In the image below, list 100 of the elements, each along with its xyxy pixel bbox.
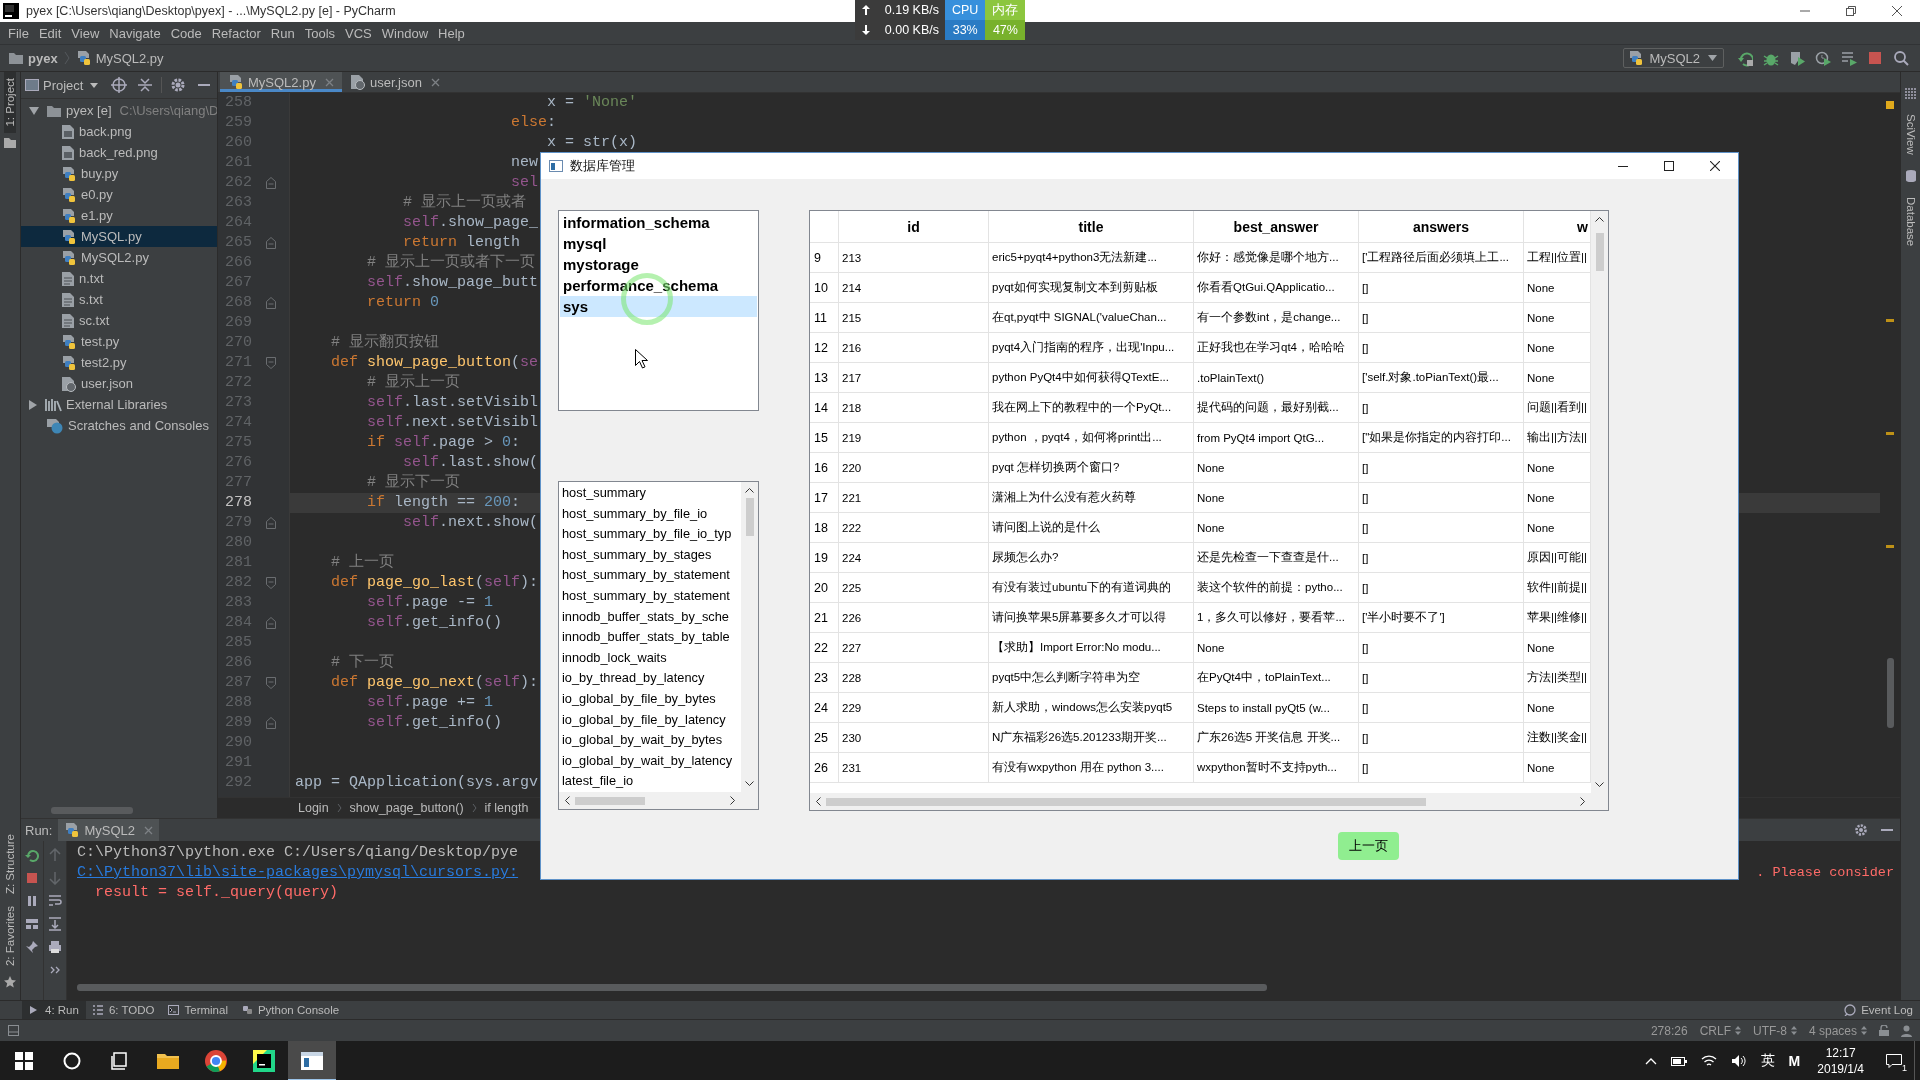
fold-icon[interactable] — [265, 677, 276, 689]
notification-center-button[interactable]: 1 — [1874, 1041, 1914, 1080]
list-item[interactable]: io_global_by_file_by_latency — [559, 709, 741, 731]
scroll-left-icon[interactable] — [815, 797, 821, 806]
hide-icon[interactable] — [198, 83, 211, 87]
input-mode-indicator[interactable]: M — [1788, 1053, 1801, 1069]
row-header[interactable]: 26 — [810, 752, 839, 783]
list-item[interactable]: host_summary_by_statement — [559, 565, 741, 586]
show-hidden-icons-icon[interactable] — [1644, 1057, 1657, 1065]
menu-item[interactable]: Refactor — [206, 25, 266, 41]
horizontal-scrollbar[interactable] — [559, 792, 741, 809]
breadcrumb-item[interactable]: MySQL2.py — [75, 50, 164, 66]
run-configuration-dropdown[interactable]: MySQL2 — [1623, 48, 1724, 68]
unfold-icon[interactable] — [265, 617, 276, 629]
hide-icon[interactable] — [1881, 828, 1893, 832]
row-header[interactable]: 9 — [810, 242, 839, 273]
scrollbar-thumb[interactable] — [826, 797, 1426, 806]
tool-window-button[interactable]: SciView — [1904, 108, 1917, 161]
battery-icon[interactable] — [1670, 1055, 1687, 1067]
tree-item[interactable]: buy.py — [21, 163, 217, 184]
tree-item[interactable]: test.py — [21, 331, 217, 352]
row-header[interactable]: 23 — [810, 662, 839, 693]
status-widget[interactable]: 4 spaces — [1808, 1023, 1867, 1038]
tree-item[interactable]: e1.py — [21, 205, 217, 226]
search-icon[interactable] — [63, 1052, 81, 1070]
tool-window-tab[interactable]: Event Log — [1837, 1001, 1920, 1019]
taskbar-app-button[interactable] — [288, 1041, 336, 1080]
tree-item[interactable]: MySQL.py — [21, 226, 217, 247]
clock-time[interactable]: 12:17 — [1825, 1045, 1856, 1061]
list-item[interactable]: mysql — [560, 233, 757, 254]
row-header[interactable]: 14 — [810, 392, 839, 423]
settings-icon[interactable] — [1854, 823, 1868, 837]
tool-window-tab[interactable]: 6: TODO — [85, 1001, 162, 1019]
menu-item[interactable]: Tools — [299, 25, 341, 41]
scroll-up-icon[interactable] — [1595, 216, 1604, 222]
scrollbar-thumb[interactable] — [745, 498, 754, 536]
row-header[interactable]: 21 — [810, 602, 839, 633]
column-header[interactable]: w — [1523, 211, 1591, 243]
menu-item[interactable]: Window — [376, 25, 434, 41]
row-header[interactable]: 12 — [810, 332, 839, 363]
vertical-scrollbar[interactable] — [741, 482, 758, 792]
fold-icon[interactable] — [265, 577, 276, 589]
tree-item[interactable]: back_red.png — [21, 142, 217, 163]
horizontal-scrollbar[interactable] — [810, 793, 1591, 810]
list-item[interactable]: latest_file_io — [559, 771, 741, 792]
status-widget[interactable]: UTF-8 — [1752, 1023, 1797, 1038]
column-header[interactable]: best_answer — [1193, 211, 1359, 243]
horizontal-scrollbar[interactable] — [51, 807, 133, 814]
row-header[interactable]: 22 — [810, 632, 839, 663]
tree-item[interactable]: back.png — [21, 121, 217, 142]
network-icon[interactable] — [1700, 1054, 1717, 1068]
tree-item[interactable]: Scratches and Consoles — [21, 415, 217, 436]
tree-item[interactable]: s.txt — [21, 289, 217, 310]
list-item[interactable]: io_global_by_wait_by_bytes — [559, 730, 741, 751]
unfold-icon[interactable] — [265, 717, 276, 729]
list-item[interactable]: mystorage — [560, 254, 757, 275]
soft-wrap-icon[interactable] — [48, 893, 62, 908]
list-item[interactable]: io_global_by_wait_by_latency — [559, 750, 741, 772]
list-item[interactable]: io_by_thread_by_latency — [559, 668, 741, 689]
menu-item[interactable]: VCS — [340, 25, 377, 41]
print-icon[interactable] — [48, 939, 62, 954]
column-header[interactable]: answers — [1358, 211, 1524, 243]
row-header[interactable]: 15 — [810, 422, 839, 453]
input-language-indicator[interactable]: 英 — [1760, 1052, 1775, 1070]
tool-window-tab[interactable]: Python Console — [234, 1001, 347, 1019]
scroll-left-icon[interactable] — [564, 796, 570, 805]
scroll-up-icon[interactable] — [745, 487, 754, 493]
scroll-down-icon[interactable] — [1595, 782, 1604, 788]
vertical-scrollbar[interactable] — [1591, 211, 1608, 793]
list-item[interactable]: innodb_lock_waits — [559, 647, 741, 669]
windows-start-icon[interactable] — [15, 1052, 33, 1070]
tree-item[interactable]: test2.py — [21, 352, 217, 373]
project-view-dropdown[interactable]: Project — [25, 77, 99, 93]
list-item[interactable]: host_summary_by_file_io_typ — [559, 524, 741, 545]
tree-item[interactable]: n.txt — [21, 268, 217, 289]
volume-icon[interactable] — [1730, 1054, 1747, 1068]
lock-icon[interactable] — [1879, 1025, 1889, 1036]
close-tab-icon[interactable] — [430, 77, 440, 87]
breadcrumb-item[interactable]: show_page_button() — [349, 801, 464, 815]
row-header[interactable]: 11 — [810, 302, 839, 333]
list-item[interactable]: innodb_buffer_stats_by_table — [559, 627, 741, 648]
layout-icon[interactable] — [25, 916, 39, 931]
row-header[interactable]: 13 — [810, 362, 839, 393]
menu-item[interactable]: File — [3, 25, 34, 41]
unfold-icon[interactable] — [265, 517, 276, 529]
row-header[interactable]: 16 — [810, 452, 839, 483]
pause-icon[interactable] — [25, 893, 39, 908]
menu-item[interactable]: Run — [265, 25, 300, 41]
tool-window-button[interactable]: Database — [1904, 190, 1917, 252]
fold-icon[interactable] — [265, 357, 276, 369]
list-item[interactable]: information_schema — [560, 212, 757, 233]
list-item[interactable]: host_summary — [559, 483, 741, 504]
scrollbar-thumb[interactable] — [575, 796, 645, 805]
row-header[interactable]: 20 — [810, 572, 839, 603]
tool-window-tab[interactable]: 4: Run — [22, 1001, 86, 1019]
scroll-right-icon[interactable] — [730, 796, 736, 805]
stop-icon[interactable] — [25, 870, 39, 885]
collapse-all-icon[interactable] — [138, 77, 153, 93]
scroll-right-icon[interactable] — [1580, 797, 1586, 806]
run-tab[interactable]: MySQL2 — [58, 819, 160, 841]
